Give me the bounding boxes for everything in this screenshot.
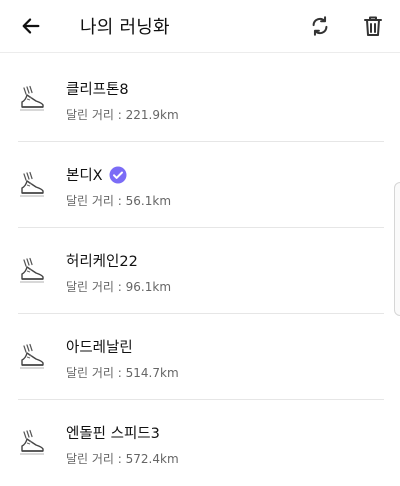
scroll-indicator[interactable] xyxy=(394,182,400,316)
shoe-distance: 달린 거리 : 514.7km xyxy=(66,366,179,380)
list-item[interactable]: 클리프톤8 달린 거리 : 221.9km xyxy=(0,56,400,142)
sync-icon xyxy=(312,16,328,36)
shoe-name-label: 허리케인22 xyxy=(66,254,138,270)
back-button[interactable] xyxy=(14,9,48,43)
shoe-name: 클리프톤8 xyxy=(66,78,129,99)
shoe-name: 아드레날린 xyxy=(66,336,133,357)
list-item[interactable]: 아드레날린 달린 거리 : 514.7km xyxy=(0,314,400,400)
list-item[interactable]: 본디X 달린 거리 : 56.1km xyxy=(0,142,400,228)
shoe-name-label: 클리프톤8 xyxy=(66,82,129,98)
running-shoe-icon xyxy=(20,343,44,369)
shoe-name: 본디X xyxy=(66,164,127,185)
shoe-name: 허리케인22 xyxy=(66,250,138,271)
shoe-distance: 달린 거리 : 221.9km xyxy=(66,108,179,122)
trash-icon xyxy=(364,16,382,36)
running-shoe-icon xyxy=(20,85,44,111)
page-title: 나의 러닝화 xyxy=(80,17,170,38)
shoe-name: 엔돌핀 스피드3 xyxy=(66,422,160,443)
running-shoe-icon xyxy=(20,257,44,283)
shoe-distance: 달린 거리 : 572.4km xyxy=(66,452,179,466)
list-item[interactable]: 엔돌핀 스피드3 달린 거리 : 572.4km xyxy=(0,400,400,486)
verified-badge-icon xyxy=(109,166,127,183)
running-shoe-icon xyxy=(20,171,44,197)
shoe-list: 클리프톤8 달린 거리 : 221.9km 본디X 달린 거리 : 56.1km… xyxy=(0,56,400,486)
list-item[interactable]: 허리케인22 달린 거리 : 96.1km xyxy=(0,228,400,314)
delete-button[interactable] xyxy=(356,9,390,43)
running-shoe-icon xyxy=(20,429,44,455)
app-bar: 나의 러닝화 xyxy=(0,0,400,53)
sync-button[interactable] xyxy=(303,9,337,43)
arrow-left-icon xyxy=(22,18,40,34)
shoe-distance: 달린 거리 : 56.1km xyxy=(66,194,172,208)
shoe-distance: 달린 거리 : 96.1km xyxy=(66,280,172,294)
shoe-name-label: 본디X xyxy=(66,168,103,184)
shoe-name-label: 엔돌핀 스피드3 xyxy=(66,426,160,442)
shoe-name-label: 아드레날린 xyxy=(66,340,133,356)
